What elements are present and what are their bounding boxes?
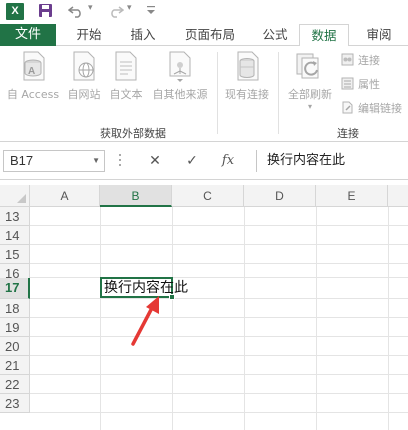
cancel-icon[interactable]: ✕ [143,151,167,171]
select-all-button[interactable] [0,185,30,207]
cell-b17-value: 换行内容在此 [104,280,188,296]
from-access-label: 自 Access [6,88,60,101]
edit-links-icon [342,101,353,114]
row-header-18[interactable]: 18 [0,299,30,318]
insert-function-icon[interactable]: fx [216,151,240,171]
properties-label: 属性 [358,78,380,91]
name-box[interactable]: B17 ▼ [3,150,105,172]
ribbon-tab-bar: 文件 开始 插入 页面布局 公式 数据 审阅 [0,24,408,47]
gridline [244,207,245,430]
column-header-d[interactable]: D [244,185,316,207]
red-arrow-annotation-icon [131,296,159,346]
gridline [100,207,101,430]
tab-home[interactable]: 开始 [66,24,112,46]
gridline [30,317,408,318]
gridline [30,244,408,245]
gridline [30,277,408,278]
column-header-f[interactable] [388,185,408,207]
tab-page-layout[interactable]: 页面布局 [174,24,246,46]
tab-insert[interactable]: 插入 [120,24,166,46]
existing-connections-label: 现有连接 [225,88,269,101]
access-database-icon: A [23,51,45,81]
other-sources-icon [169,51,191,82]
column-header-e[interactable]: E [316,185,388,207]
from-text-button[interactable]: 自文本 [106,50,146,102]
enter-icon[interactable]: ✓ [180,151,204,171]
undo-dropdown-icon[interactable]: ▾ [88,3,93,13]
gridline [30,263,408,264]
tab-review[interactable]: 审阅 [356,24,402,46]
refresh-all-icon [296,53,319,79]
connections-label: 连接 [358,54,380,67]
from-other-sources-button[interactable]: 自其他来源 [148,50,212,102]
excel-logo-icon: X [6,3,24,20]
save-icon[interactable] [38,3,53,18]
redo-icon[interactable] [108,4,124,18]
row-header-13[interactable]: 13 [0,207,30,226]
gridline [30,298,408,299]
group-label-connections: 连接 [337,127,359,140]
row-header-19[interactable]: 19 [0,318,30,337]
gridline [172,207,173,430]
row-header-22[interactable]: 22 [0,375,30,394]
group-label-get-external-data: 获取外部数据 [100,127,166,140]
gridline [30,355,408,356]
redo-dropdown-icon[interactable]: ▾ [127,3,132,13]
connections-icon [341,53,354,66]
edit-links-label: 编辑链接 [358,102,402,115]
gridline [30,412,408,413]
connections-button[interactable]: 连接 [341,53,380,69]
row-header-21[interactable]: 21 [0,356,30,375]
properties-button[interactable]: 属性 [341,77,380,93]
gridline [30,336,408,337]
svg-text:A: A [28,66,35,77]
quick-access-toolbar: X ▾ ▾ [0,0,408,24]
from-other-sources-label: 自其他来源 [152,88,208,101]
worksheet-grid[interactable]: A B C D E 13 14 15 16 17 18 19 20 21 22 … [0,185,408,430]
tab-data[interactable]: 数据 [299,24,349,47]
column-header-a[interactable]: A [30,185,100,207]
column-header-c[interactable]: C [172,185,244,207]
refresh-all-label: 全部刷新 [288,88,332,101]
name-box-dropdown-icon[interactable]: ▼ [92,151,100,171]
column-header-b[interactable]: B [100,185,172,207]
text-file-icon [115,51,137,81]
row-header-14[interactable]: 14 [0,226,30,245]
from-access-button[interactable]: A 自 Access [4,50,62,102]
tab-formulas[interactable]: 公式 [252,24,298,46]
existing-connections-button[interactable]: 现有连接 [220,50,274,102]
customize-icon[interactable] [146,4,156,16]
undo-icon[interactable] [68,4,84,18]
gridline [388,207,389,430]
row-header-20[interactable]: 20 [0,337,30,356]
existing-connections-icon [237,51,259,81]
web-globe-icon [73,51,95,81]
tab-file[interactable]: 文件 [0,24,56,46]
from-web-button[interactable]: 自网站 [64,50,104,102]
name-box-value: B17 [10,153,34,168]
gridline [30,225,408,226]
formula-bar: B17 ▼ ✕ ✓ fx 换行内容在此 [0,142,408,180]
from-text-label: 自文本 [109,88,143,101]
refresh-all-dropdown-icon[interactable]: ▾ [282,102,338,111]
formula-bar-resize-handle[interactable] [118,151,122,169]
row-header-23[interactable]: 23 [0,394,30,413]
gridline [30,374,408,375]
from-web-label: 自网站 [67,88,101,101]
ribbon-data-panel: A 自 Access 自网站 自文本 自其他来源 获取外部数据 现有连接 全部刷… [0,46,408,142]
row-header-15[interactable]: 15 [0,245,30,264]
row-header-17[interactable]: 17 [0,278,30,299]
gridline [316,207,317,430]
edit-links-button[interactable]: 编辑链接 [341,101,402,117]
refresh-all-button[interactable]: 全部刷新 ▾ [282,50,338,111]
group-separator [278,52,279,134]
properties-icon [341,77,354,90]
formula-input[interactable]: 换行内容在此 [256,150,408,172]
gridline [30,393,408,394]
group-separator [217,52,218,134]
